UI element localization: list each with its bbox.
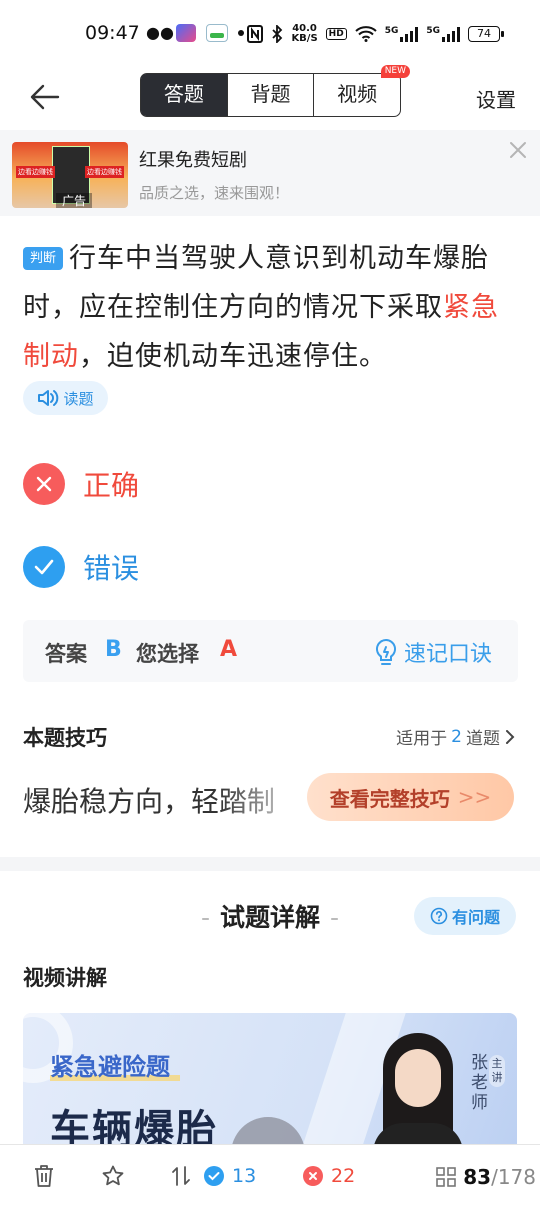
correct-count-icon — [204, 1166, 224, 1186]
tab-video-label: 视频 — [337, 82, 378, 106]
status-app-icons: ●● — [146, 24, 244, 42]
check-mark-icon — [23, 546, 65, 588]
more-notifications-dot — [238, 30, 244, 36]
view-full-tips-label: 查看完整技巧 — [329, 786, 450, 811]
settings-button[interactable]: 设置 — [476, 84, 516, 113]
bluetooth-icon — [272, 25, 283, 43]
network-speed-unit: KB/S — [291, 33, 318, 44]
answer-summary: 答案 B 您选择 A 速记口诀 — [23, 620, 518, 682]
wechat-icon: ●● — [146, 23, 174, 42]
status-bar: 09:47 ●● 40.0 KB/S HD 5G 5G 74 — [0, 0, 540, 64]
ad-title: 红果免费短剧 — [139, 150, 247, 171]
option-true-label: 正确 — [83, 469, 140, 502]
new-badge: NEW — [380, 65, 411, 78]
answer-value: B — [105, 637, 122, 662]
tips-applies-link[interactable]: 适用于 2 道题 — [396, 724, 516, 749]
video-player[interactable]: 紧急避险题 车辆爆胎 张老师 主讲 — [23, 1013, 517, 1146]
wrong-stats[interactable]: 22 — [303, 1163, 355, 1189]
answer-stats[interactable]: 13 — [170, 1163, 256, 1189]
teacher-face — [395, 1049, 441, 1107]
lightbulb-icon — [375, 638, 396, 665]
section-divider — [0, 857, 540, 871]
ad-tag: 广告 — [56, 193, 93, 208]
battery-icon: 74 — [468, 26, 504, 42]
tips-applies-suffix: 道题 — [466, 729, 500, 749]
network-speed: 40.0 KB/S — [291, 24, 317, 44]
wrong-count: 22 — [331, 1165, 356, 1187]
read-question-label: 读题 — [63, 389, 94, 408]
sort-arrows-icon — [172, 1166, 190, 1186]
tips-fade — [220, 772, 310, 822]
question-progress[interactable]: 83/178 — [435, 1165, 536, 1189]
teacher-photo — [373, 1033, 463, 1146]
grid-icon — [436, 1167, 457, 1187]
option-false-label: 错误 — [83, 552, 140, 585]
signal-strength-sim1-icon: 5G — [385, 26, 419, 42]
ad-thumbnail: 边看边赚钱 边看边赚钱 广告 — [12, 142, 128, 208]
question-text: 判断 行车中当驾驶人意识到机动车爆胎时，应在控制住方向的情况下采取紧急制动，迫使机… — [23, 234, 523, 381]
trash-icon — [35, 1165, 53, 1187]
view-full-tips-button[interactable]: 查看完整技巧 >> — [307, 773, 514, 821]
option-false[interactable]: 错误 — [23, 545, 139, 589]
question-text-after: ，迫使机动车迅速停住。 — [79, 341, 387, 372]
ad-thumbnail-left-text: 边看边赚钱 — [16, 166, 55, 178]
top-nav-bar: 答题 背题 视频 NEW 设置 — [0, 64, 540, 130]
back-arrow-icon[interactable] — [28, 80, 62, 114]
question-circle-icon — [430, 907, 448, 925]
bottom-toolbar: 13 22 83/178 — [0, 1144, 540, 1206]
ad-thumbnail-right-text: 边看边赚钱 — [85, 166, 124, 178]
status-time: 09:47 — [85, 22, 140, 44]
tab-video[interactable]: 视频 NEW — [314, 65, 411, 116]
nfc-icon — [247, 25, 264, 43]
favorite-button[interactable] — [101, 1163, 125, 1189]
video-headline: 车辆爆胎 — [50, 1107, 218, 1146]
speaker-icon — [38, 390, 59, 406]
title-dash-left: - — [200, 903, 210, 932]
tips-title: 本题技巧 — [23, 726, 107, 750]
wrong-count-icon — [303, 1166, 323, 1186]
tab-answer[interactable]: 答题 — [141, 74, 228, 116]
wrong-mark-icon — [23, 463, 65, 505]
sim1-network-type: 5G — [384, 26, 399, 36]
question-type-badge: 判断 — [23, 247, 64, 270]
sim2-network-type: 5G — [426, 26, 440, 36]
report-question-button[interactable]: 有问题 — [414, 897, 516, 935]
app-notification-icon — [176, 24, 196, 42]
wifi-icon — [355, 26, 377, 42]
read-question-button[interactable]: 读题 — [23, 381, 108, 415]
tips-applies-count: 2 — [451, 726, 462, 747]
total-questions: /178 — [491, 1165, 536, 1189]
report-question-label: 有问题 — [451, 908, 500, 927]
your-choice-value: A — [220, 637, 238, 662]
option-true[interactable]: 正确 — [23, 462, 139, 506]
ad-subtitle: 品质之选，速来围观！ — [139, 184, 290, 202]
title-dash-right: - — [330, 903, 340, 932]
question-text-before: 行车中当驾驶人意识到机动车爆胎时，应在控制住方向的情况下采取 — [23, 243, 490, 323]
teacher-role-badge: 主讲 — [489, 1055, 505, 1087]
tab-memorize[interactable]: 背题 — [228, 74, 315, 116]
tips-applies-prefix: 适用于 — [396, 729, 448, 749]
ad-banner[interactable]: 边看边赚钱 边看边赚钱 广告 红果免费短剧 品质之选，速来围观！ — [0, 130, 540, 216]
memo-button[interactable]: 速记口诀 — [374, 636, 492, 668]
double-chevron-right-icon: >> — [457, 785, 492, 809]
current-question-number: 83 — [463, 1165, 492, 1189]
oppo-app-icon — [206, 24, 228, 42]
answer-label: 答案 — [45, 642, 87, 666]
your-choice-label: 您选择 — [136, 642, 199, 666]
chevron-right-icon — [506, 729, 515, 744]
close-icon[interactable] — [508, 140, 528, 160]
explanation-title-text: 试题详解 — [219, 903, 320, 932]
play-button[interactable] — [231, 1117, 305, 1146]
mode-tabs: 答题 背题 视频 NEW — [140, 65, 411, 117]
star-icon — [102, 1165, 124, 1186]
hd-voice-icon: HD — [325, 28, 347, 40]
correct-count: 13 — [232, 1165, 257, 1187]
signal-strength-sim2-icon: 5G — [426, 26, 460, 42]
status-indicators: 40.0 KB/S HD 5G 5G 74 — [247, 24, 504, 44]
memo-label: 速记口诀 — [403, 642, 492, 667]
delete-button[interactable] — [33, 1163, 55, 1189]
video-category-tag: 紧急避险题 — [50, 1053, 170, 1081]
video-section-title: 视频讲解 — [23, 966, 107, 990]
